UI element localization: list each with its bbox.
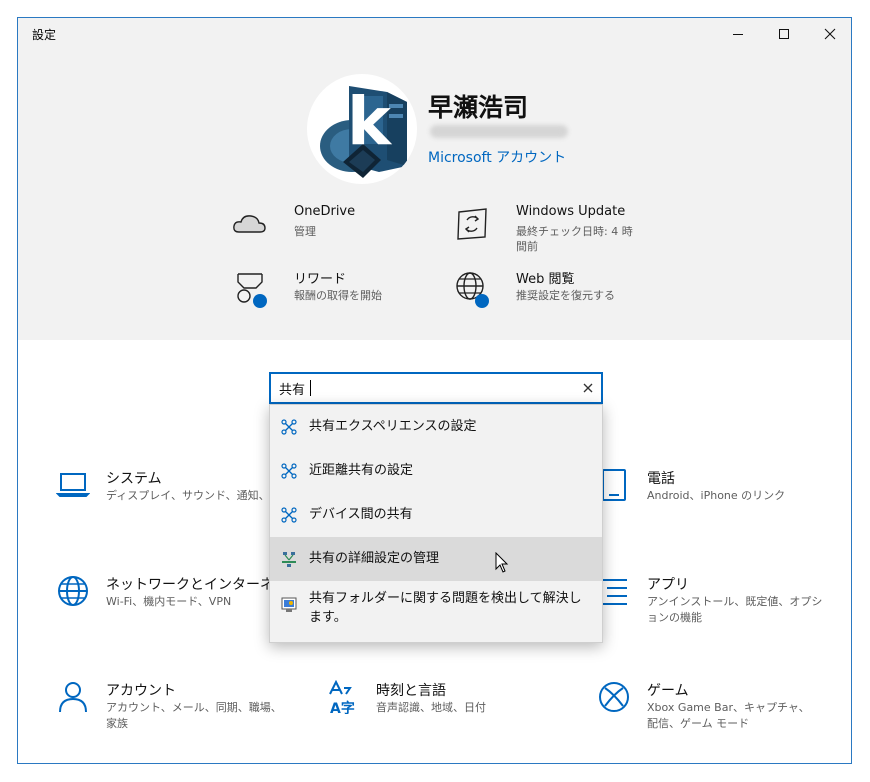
sync-icon bbox=[457, 208, 487, 240]
category-subtitle: 音声認識、地域、日付 bbox=[376, 701, 486, 714]
share-network-icon bbox=[281, 463, 297, 479]
category-subtitle: Wi-Fi、機内モード、VPN bbox=[106, 595, 232, 608]
quick-link-rewards[interactable]: リワード 報酬の取得を開始 bbox=[230, 268, 430, 312]
suggestion-shared-experiences[interactable]: 共有エクスペリエンスの設定 bbox=[270, 405, 602, 449]
quick-link-onedrive[interactable]: OneDrive 管理 bbox=[230, 204, 430, 248]
person-icon bbox=[59, 682, 87, 713]
suggestion-nearby-sharing[interactable]: 近距離共有の設定 bbox=[270, 449, 602, 493]
medal-icon bbox=[237, 273, 267, 308]
category-subtitle: アカウント、メール、同期、職場、家族 bbox=[106, 701, 282, 730]
share-network-icon bbox=[281, 507, 297, 523]
avatar[interactable]: k bbox=[307, 74, 417, 184]
maximize-button[interactable] bbox=[761, 18, 807, 50]
minimize-icon bbox=[733, 34, 743, 35]
laptop-icon bbox=[56, 473, 90, 497]
category-title: 時刻と言語 bbox=[376, 683, 446, 699]
suggestion-label: 近距離共有の設定 bbox=[309, 463, 414, 478]
category-time-language[interactable]: A字 時刻と言語 音声認識、地域、日付 bbox=[326, 680, 556, 720]
globe-icon bbox=[58, 576, 88, 606]
close-icon bbox=[824, 28, 836, 40]
quick-link-title: Web 閲覧 bbox=[516, 272, 575, 287]
maximize-icon bbox=[779, 29, 789, 39]
suggestion-troubleshoot-shared-folders[interactable]: 共有フォルダーに関する問題を検出して解決します。 bbox=[270, 581, 602, 641]
text-caret bbox=[310, 380, 311, 396]
category-title: アカウント bbox=[106, 683, 176, 699]
quick-link-title: リワード bbox=[294, 272, 347, 287]
category-gaming[interactable]: ゲーム Xbox Game Bar、キャプチャ、配信、ゲーム モード bbox=[597, 680, 827, 730]
quick-link-subtitle: 管理 bbox=[294, 225, 316, 238]
quick-link-subtitle: 最終チェック日時: 4 時間前 bbox=[516, 225, 633, 253]
category-title: 電話 bbox=[647, 471, 675, 487]
suggestion-label: 共有エクスペリエンスの設定 bbox=[309, 419, 477, 434]
minimize-button[interactable] bbox=[715, 18, 761, 50]
clear-search-icon[interactable] bbox=[581, 381, 595, 395]
category-subtitle: Android、iPhone のリンク bbox=[647, 489, 786, 502]
category-subtitle: アンインストール、既定値、オプションの機能 bbox=[647, 595, 823, 624]
time-language-icon: A字 bbox=[329, 680, 355, 714]
troubleshoot-icon bbox=[281, 597, 297, 612]
user-email-redacted bbox=[430, 125, 568, 138]
xbox-icon bbox=[599, 682, 629, 712]
category-accounts[interactable]: アカウント アカウント、メール、同期、職場、家族 bbox=[56, 680, 286, 730]
mouse-pointer-icon bbox=[495, 552, 509, 573]
account-header: 設定 k 早瀬浩司 Microsoft アカウント OneDrive 管理 Wi… bbox=[18, 18, 851, 340]
quick-link-title: Windows Update bbox=[516, 204, 626, 219]
close-button[interactable] bbox=[807, 18, 851, 50]
share-network-icon bbox=[281, 419, 297, 435]
search-input[interactable] bbox=[271, 374, 579, 402]
search-suggestions: 共有エクスペリエンスの設定 近距離共有の設定 デバイス間の共有 共有の詳細設定の… bbox=[269, 404, 603, 643]
category-phone[interactable]: 電話 Android、iPhone のリンク bbox=[597, 468, 827, 508]
suggestion-label: 共有フォルダーに関する問題を検出して解決します。 bbox=[309, 591, 582, 625]
category-title: システム bbox=[106, 471, 162, 487]
category-network[interactable]: ネットワークとインターネット Wi-Fi、機内モード、VPN bbox=[56, 574, 302, 614]
suggestion-label: デバイス間の共有 bbox=[309, 507, 413, 522]
quick-link-subtitle: 報酬の取得を開始 bbox=[294, 289, 382, 302]
category-subtitle: Xbox Game Bar、キャプチャ、配信、ゲーム モード bbox=[647, 701, 810, 730]
network-share-icon bbox=[282, 552, 296, 567]
svg-text:A字: A字 bbox=[330, 700, 355, 714]
quick-link-windows-update[interactable]: Windows Update 最終チェック日時: 4 時間前 bbox=[452, 204, 642, 258]
category-subtitle: ディスプレイ、サウンド、通知、電源 bbox=[106, 489, 292, 502]
suggestion-advanced-sharing[interactable]: 共有の詳細設定の管理 bbox=[270, 537, 602, 581]
suggestion-cross-device[interactable]: デバイス間の共有 bbox=[270, 493, 602, 537]
quick-link-subtitle: 推奨設定を復元する bbox=[516, 289, 615, 302]
category-system[interactable]: システム ディスプレイ、サウンド、通知、電源 bbox=[56, 468, 292, 508]
category-title: アプリ bbox=[647, 577, 689, 593]
suggestion-label: 共有の詳細設定の管理 bbox=[309, 551, 440, 566]
globe-icon bbox=[456, 272, 489, 308]
quick-link-title: OneDrive bbox=[294, 204, 356, 219]
cloud-icon bbox=[233, 215, 266, 233]
category-title: ゲーム bbox=[647, 683, 689, 699]
search-box[interactable] bbox=[269, 372, 603, 404]
avatar-letter: k bbox=[347, 83, 393, 160]
settings-window: 設定 k 早瀬浩司 Microsoft アカウント OneDrive 管理 Wi… bbox=[17, 17, 852, 764]
title-bar[interactable]: 設定 bbox=[18, 18, 851, 50]
microsoft-account-link[interactable]: Microsoft アカウント bbox=[428, 147, 566, 167]
window-title: 設定 bbox=[32, 28, 57, 42]
user-name: 早瀬浩司 bbox=[428, 93, 529, 122]
avatar-image: k bbox=[320, 83, 407, 178]
quick-link-web-browsing[interactable]: Web 閲覧 推奨設定を復元する bbox=[452, 268, 652, 312]
category-apps[interactable]: アプリ アンインストール、既定値、オプションの機能 bbox=[597, 574, 827, 624]
